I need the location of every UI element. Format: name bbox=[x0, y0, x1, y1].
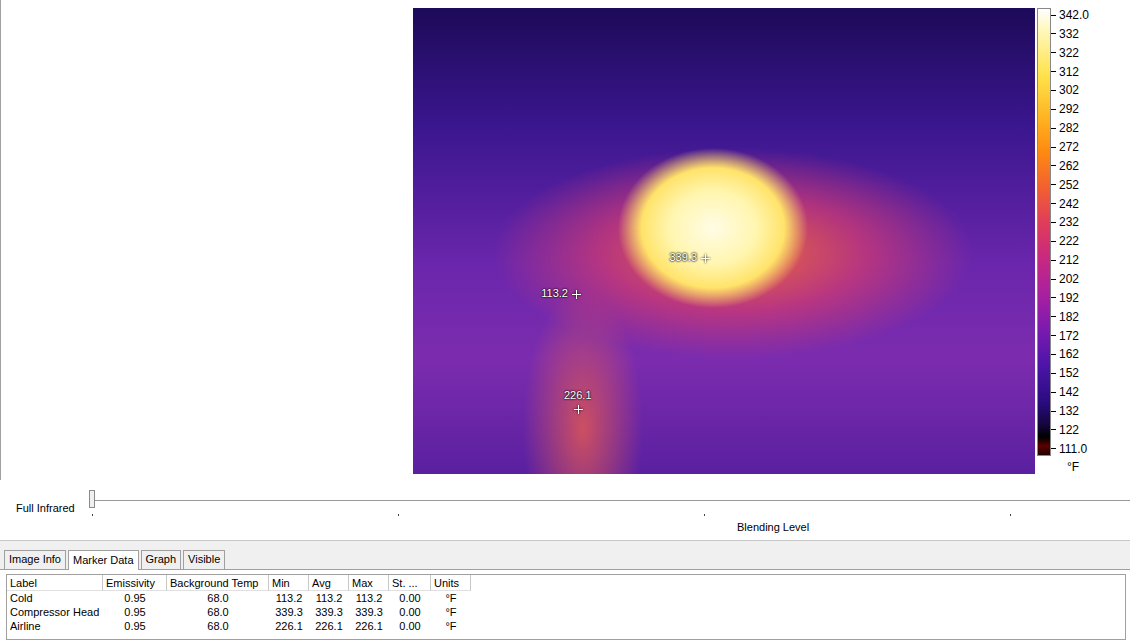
table-cell: 339.3 bbox=[349, 605, 389, 619]
scale-tick: 122 bbox=[1051, 423, 1089, 437]
crosshair-icon bbox=[572, 290, 581, 299]
scale-tick: 182 bbox=[1051, 310, 1089, 324]
table-cell: Compressor Head bbox=[7, 605, 103, 619]
table-cell: °F bbox=[431, 591, 471, 605]
table-row[interactable]: Compressor Head0.9568.0339.3339.3339.30.… bbox=[7, 605, 1125, 619]
column-header[interactable]: Max bbox=[349, 575, 389, 591]
table-cell: 0.95 bbox=[103, 605, 167, 619]
column-header[interactable]: Background Temp bbox=[167, 575, 269, 591]
table-header: LabelEmissivityBackground TempMinAvgMaxS… bbox=[7, 575, 1125, 591]
slider-caption: Blending Level bbox=[92, 521, 1130, 533]
table-cell: 0.00 bbox=[389, 619, 431, 633]
blending-slider[interactable] bbox=[92, 500, 1130, 501]
column-header[interactable]: Min bbox=[269, 575, 309, 591]
scale-unit: °F bbox=[1067, 460, 1089, 474]
crosshair-icon bbox=[574, 405, 583, 414]
column-header[interactable]: Units bbox=[431, 575, 471, 591]
scale-tick: 342.0 bbox=[1051, 8, 1089, 22]
table-cell: 226.1 bbox=[309, 619, 349, 633]
crosshair-icon bbox=[701, 254, 710, 263]
table-cell: 226.1 bbox=[269, 619, 309, 633]
column-header[interactable]: St. ... bbox=[389, 575, 431, 591]
table-cell: °F bbox=[431, 619, 471, 633]
scale-tick: 172 bbox=[1051, 329, 1089, 343]
table-cell: 68.0 bbox=[167, 619, 269, 633]
marker-table: LabelEmissivityBackground TempMinAvgMaxS… bbox=[6, 574, 1126, 640]
marker-label: 226.1 bbox=[564, 389, 592, 401]
scale-tick: 111.0 bbox=[1051, 442, 1089, 456]
table-cell: 0.95 bbox=[103, 591, 167, 605]
scale-tick: 132 bbox=[1051, 404, 1089, 418]
scale-tick: 142 bbox=[1051, 385, 1089, 399]
scale-tick: 302 bbox=[1051, 83, 1089, 97]
blending-slider-area: Full InfraredBlending Level bbox=[0, 480, 1130, 541]
scale-tick: 232 bbox=[1051, 215, 1089, 229]
thermal-image: 339.3 113.2 226.1 bbox=[413, 8, 1035, 474]
color-scale: 342.0 332 322 312 302 292 282 272 262 252 242 232 22… bbox=[1037, 0, 1089, 480]
table-cell: 113.2 bbox=[349, 591, 389, 605]
table-cell: 226.1 bbox=[349, 619, 389, 633]
table-cell: 68.0 bbox=[167, 605, 269, 619]
marker-label: 113.2 bbox=[541, 287, 568, 299]
tab[interactable]: Graph bbox=[141, 550, 182, 569]
scale-tick: 322 bbox=[1051, 46, 1089, 60]
scale-tick: 272 bbox=[1051, 140, 1089, 154]
scale-tick: 242 bbox=[1051, 197, 1089, 211]
tab-strip: Image InfoMarker DataGraphVisible bbox=[0, 541, 1130, 570]
tab[interactable]: Marker Data bbox=[68, 550, 139, 570]
table-cell: 68.0 bbox=[167, 591, 269, 605]
table-cell: 0.00 bbox=[389, 591, 431, 605]
scale-tick: 332 bbox=[1051, 27, 1089, 41]
table-cell: 113.2 bbox=[309, 591, 349, 605]
scale-tick: 252 bbox=[1051, 178, 1089, 192]
slider-thumb[interactable] bbox=[89, 490, 95, 508]
scale-tick: 192 bbox=[1051, 291, 1089, 305]
scale-tick: 292 bbox=[1051, 102, 1089, 116]
image-area: 339.3 113.2 226.1 342.0 332 322 312 302 292 282 27… bbox=[0, 0, 1130, 480]
table-cell: 113.2 bbox=[269, 591, 309, 605]
table-cell: 339.3 bbox=[309, 605, 349, 619]
table-cell: 339.3 bbox=[269, 605, 309, 619]
table-row[interactable]: Cold0.9568.0113.2113.2113.20.00°F bbox=[7, 591, 1125, 605]
marker-label: 339.3 bbox=[669, 251, 697, 263]
scale-tick: 222 bbox=[1051, 234, 1089, 248]
thermal-viewer: 339.3113.2226.1342.033232231230229228227… bbox=[0, 0, 1130, 640]
color-bar bbox=[1037, 8, 1051, 456]
table-row[interactable]: Airline0.9568.0226.1226.1226.10.00°F bbox=[7, 619, 1125, 633]
scale-tick: 162 bbox=[1051, 347, 1089, 361]
scale-tick: 262 bbox=[1051, 159, 1089, 173]
scale-tick: 202 bbox=[1051, 272, 1089, 286]
table-cell: 0.95 bbox=[103, 619, 167, 633]
table-cell: 0.00 bbox=[389, 605, 431, 619]
tab[interactable]: Visible bbox=[183, 550, 225, 569]
scale-tick: 152 bbox=[1051, 366, 1089, 380]
column-header[interactable]: Label bbox=[7, 575, 103, 591]
slider-label: Full Infrared bbox=[0, 502, 92, 540]
tab[interactable]: Image Info bbox=[4, 550, 66, 569]
scale-tick: 212 bbox=[1051, 253, 1089, 267]
table-cell: Airline bbox=[7, 619, 103, 633]
scale-tick: 282 bbox=[1051, 121, 1089, 135]
table-cell: °F bbox=[431, 605, 471, 619]
column-header[interactable]: Avg bbox=[309, 575, 349, 591]
column-header[interactable]: Emissivity bbox=[103, 575, 167, 591]
scale-tick: 312 bbox=[1051, 65, 1089, 79]
table-cell: Cold bbox=[7, 591, 103, 605]
